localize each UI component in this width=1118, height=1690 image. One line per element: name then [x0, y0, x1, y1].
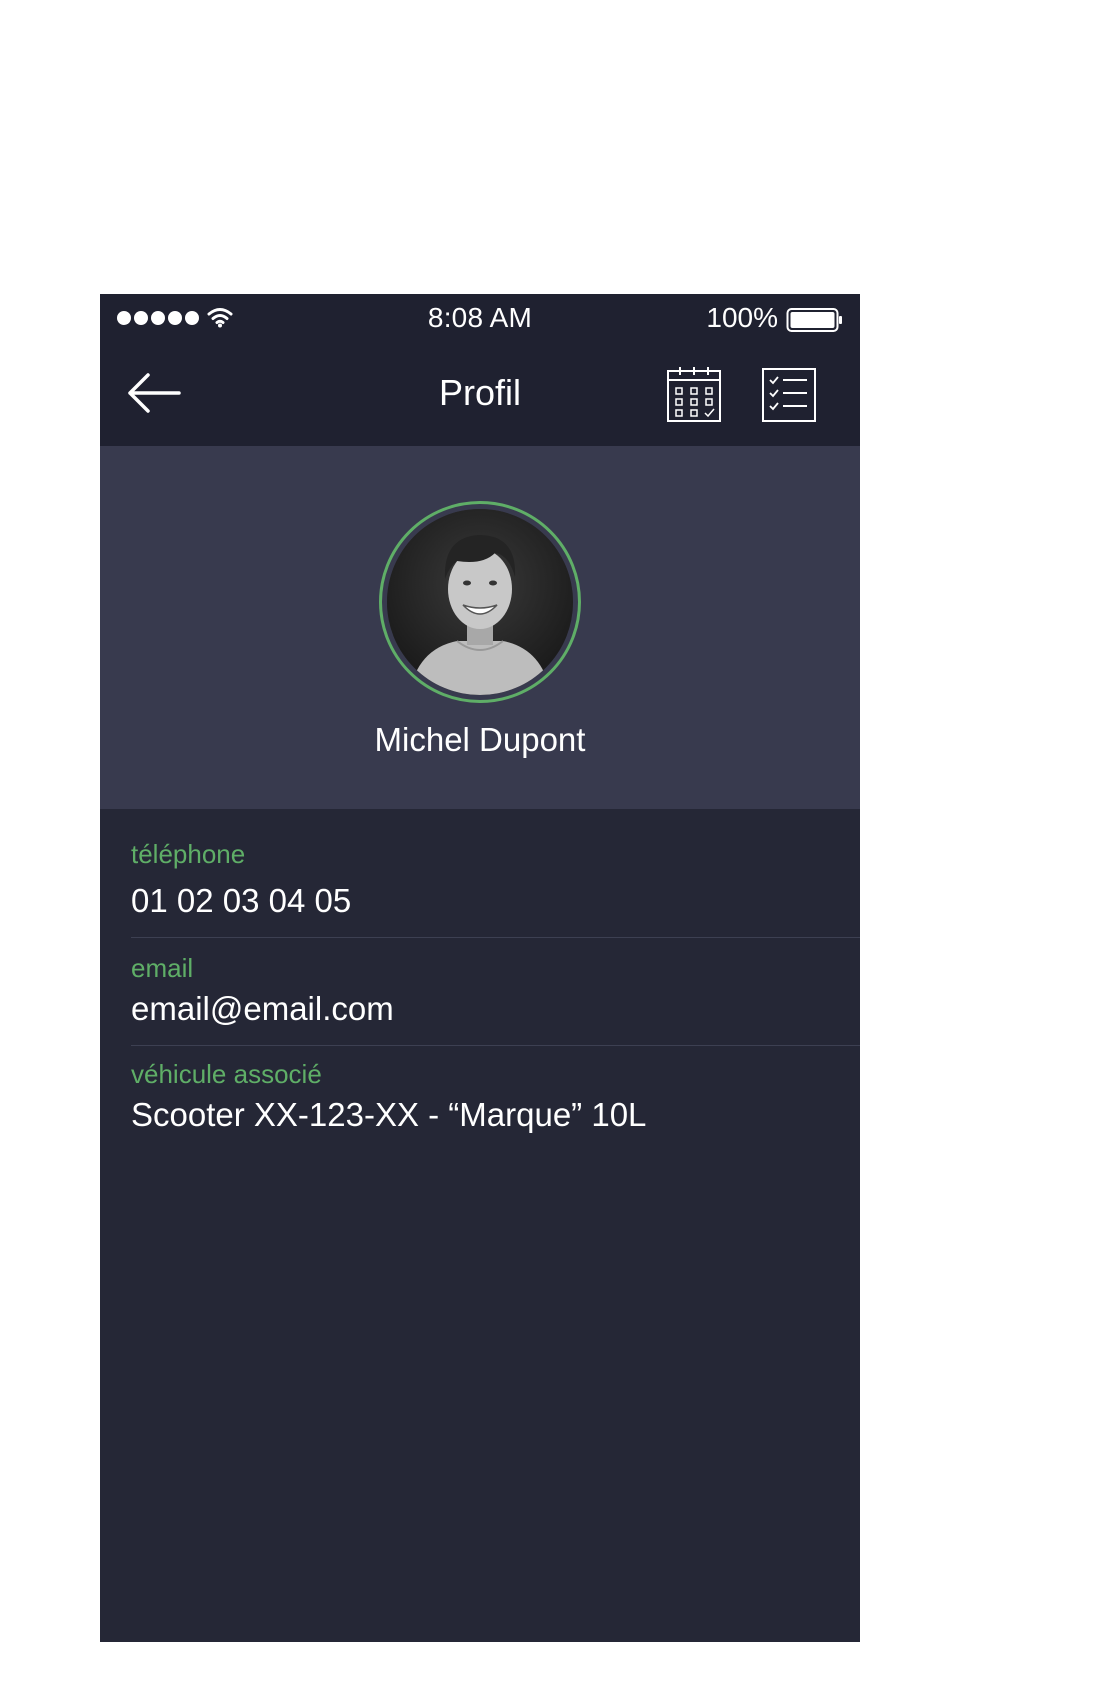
checklist-icon [762, 368, 816, 422]
phone-screen: 8:08 AM 100% Profil Michel Dupont téléph… [100, 294, 860, 1642]
status-bar: 8:08 AM 100% [100, 294, 860, 344]
email-value: email@email.com [131, 990, 394, 1027]
calendar-icon [667, 367, 721, 422]
profile-name: Michel Dupont [374, 721, 586, 758]
vehicle-field[interactable]: véhicule associé Scooter XX-123-XX - “Ma… [131, 1046, 860, 1134]
vehicle-value: Scooter XX-123-XX - “Marque” 10L [131, 1096, 647, 1133]
calendar-button[interactable] [665, 366, 723, 424]
back-button[interactable] [124, 368, 184, 418]
phone-value: 01 02 03 04 05 [131, 882, 352, 919]
checklist-button[interactable] [760, 366, 818, 424]
avatar-photo [387, 509, 573, 695]
email-label: email [131, 953, 194, 983]
profile-header: Michel Dupont [100, 446, 860, 809]
phone-label: téléphone [131, 839, 246, 869]
email-field[interactable]: email email@email.com [131, 938, 860, 1046]
battery-icon [786, 308, 842, 332]
arrow-left-icon [128, 373, 181, 413]
vehicle-label: véhicule associé [131, 1059, 322, 1089]
nav-bar: Profil [100, 344, 860, 446]
battery-percent: 100% [706, 302, 778, 333]
avatar[interactable] [379, 501, 581, 703]
page-title: Profil [438, 372, 522, 413]
phone-field[interactable]: téléphone 01 02 03 04 05 [131, 809, 860, 938]
profile-details: téléphone 01 02 03 04 05 email email@ema… [100, 809, 860, 1134]
